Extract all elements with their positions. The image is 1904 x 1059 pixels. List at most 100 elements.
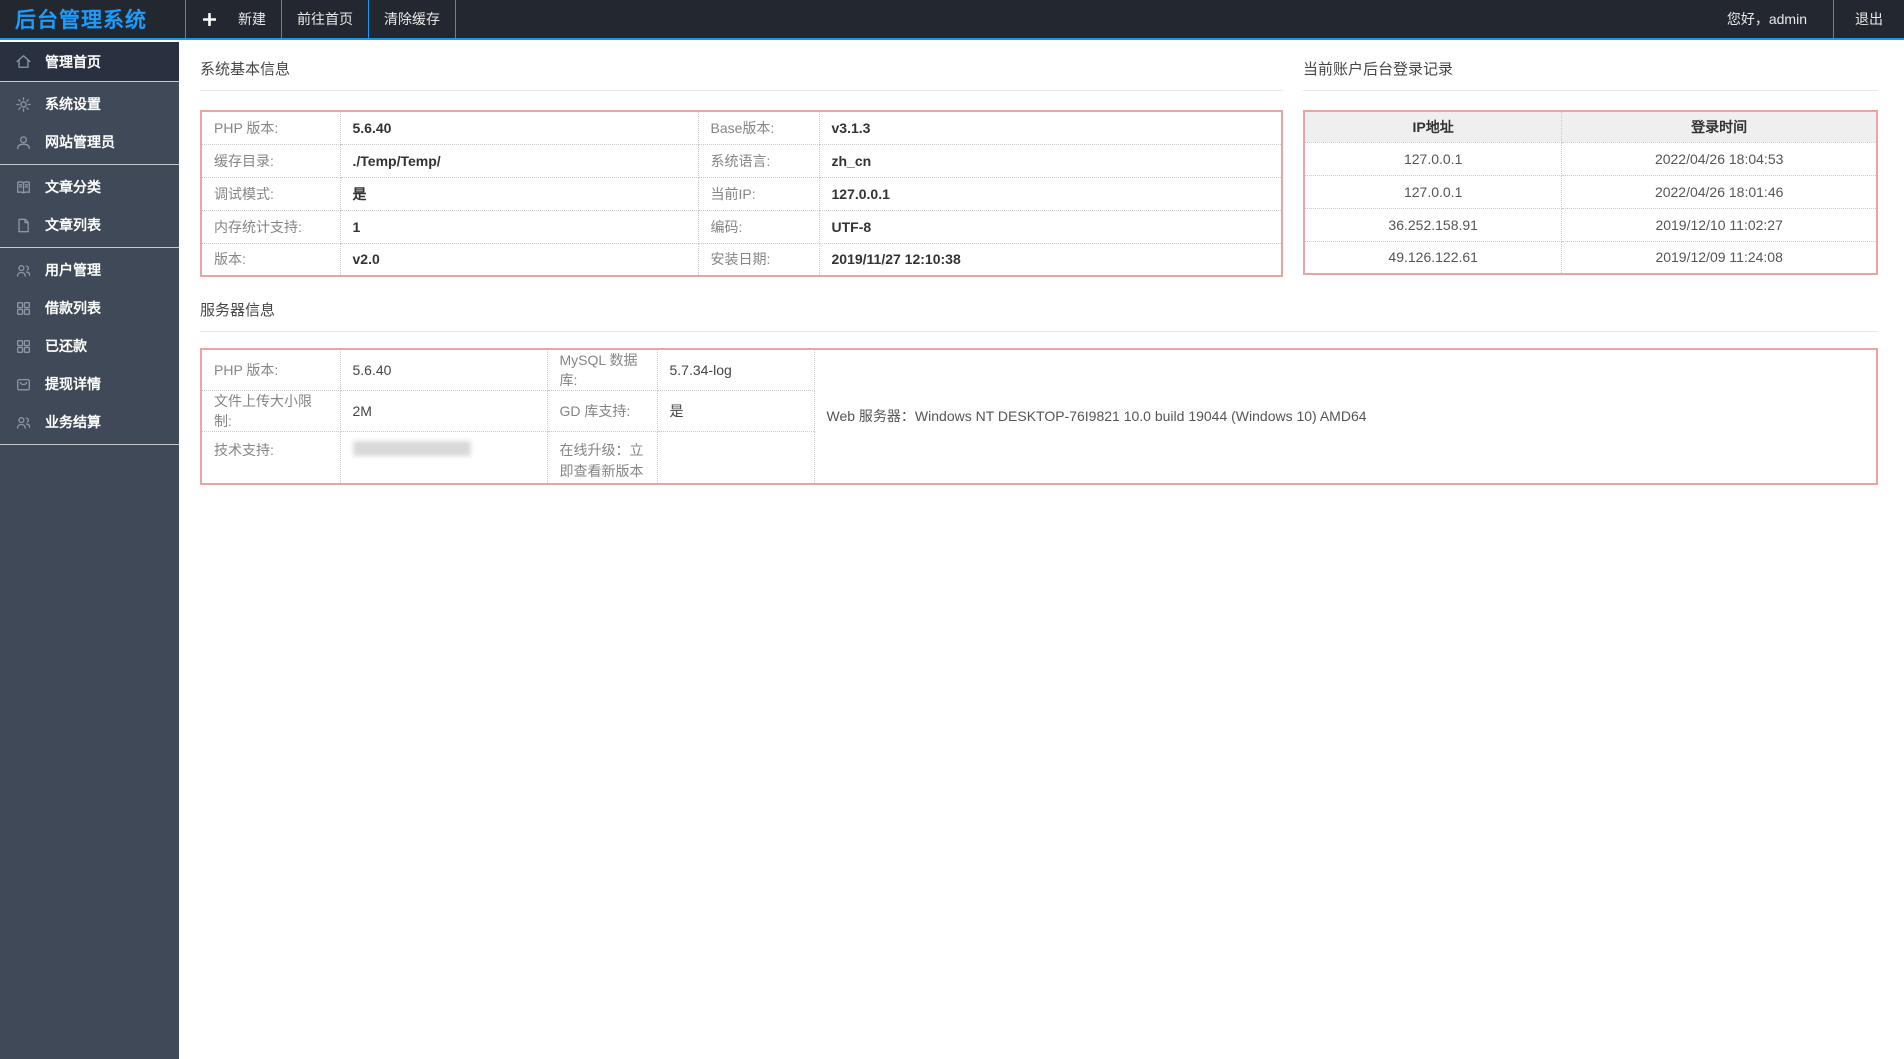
info-label: 版本: (200, 242, 341, 277)
info-label: 当前IP: (697, 176, 820, 211)
info-value: 是 (339, 176, 699, 211)
tech-support-value (339, 431, 548, 484)
system-info-table: PHP 版本: 5.6.40 Base版本: v3.1.3 缓存目录: ./Te… (200, 110, 1283, 277)
table-row: 127.0.0.1 2022/04/26 18:01:46 (1303, 174, 1878, 209)
sidebar-item-label: 已还款 (45, 338, 87, 354)
table-row: PHP 版本: 5.6.40 MySQL 数据库: 5.7.34-log Web… (200, 348, 1878, 484)
info-label: 安装日期: (697, 242, 820, 277)
table-row: 49.126.122.61 2019/12/09 11:24:08 (1303, 240, 1878, 275)
log-time: 2019/12/09 11:24:08 (1561, 240, 1878, 275)
box-icon (15, 376, 32, 393)
info-label: 技术支持: (200, 431, 341, 484)
plus-icon (201, 11, 218, 28)
section-title-server-info: 服务器信息 (200, 301, 1878, 332)
system-info-section: 系统基本信息 PHP 版本: 5.6.40 Base版本: v3.1.3 缓存目… (200, 60, 1283, 277)
log-time: 2022/04/26 18:04:53 (1561, 141, 1878, 176)
table-header-row: IP地址 登录时间 (1303, 110, 1878, 143)
info-label: PHP 版本: (200, 348, 341, 391)
table-row: 版本: v2.0 安装日期: 2019/11/27 12:10:38 (200, 242, 1283, 277)
info-value: 2019/11/27 12:10:38 (818, 242, 1283, 277)
info-label: Base版本: (697, 110, 820, 145)
info-value: 5.6.40 (339, 348, 548, 391)
main-content: 系统基本信息 PHP 版本: 5.6.40 Base版本: v3.1.3 缓存目… (179, 42, 1904, 1059)
sidebar-item-system-settings[interactable]: 系统设置 (0, 85, 179, 123)
section-title-system-info: 系统基本信息 (200, 60, 1283, 91)
info-value: 5.6.40 (339, 110, 699, 145)
sidebar-group-3: 文章分类 文章列表 (0, 165, 179, 248)
log-ip: 127.0.0.1 (1303, 174, 1563, 209)
sidebar-item-label: 用户管理 (45, 262, 101, 278)
user-icon (15, 134, 32, 151)
info-value: UTF-8 (818, 209, 1283, 244)
sidebar-item-label: 管理首页 (45, 53, 101, 70)
goto-home-button[interactable]: 前往首页 (281, 0, 368, 38)
sidebar-item-label: 文章分类 (45, 179, 101, 195)
sidebar-item-site-admin[interactable]: 网站管理员 (0, 123, 179, 161)
log-ip: 127.0.0.1 (1303, 141, 1563, 176)
info-value: v3.1.3 (818, 110, 1283, 145)
info-value: 2M (339, 390, 548, 432)
online-upgrade-link[interactable]: 在线升级：立即查看新版本 (546, 431, 658, 484)
new-button[interactable]: 新建 (185, 0, 281, 38)
web-server-value: Web 服务器：Windows NT DESKTOP-76I9821 10.0 … (813, 348, 1878, 484)
info-value: 1 (339, 209, 699, 244)
server-info-section: 服务器信息 PHP 版本: 5.6.40 MySQL 数据库: 5.7.34-l… (200, 301, 1878, 485)
redacted-text (352, 441, 471, 456)
book-icon (15, 179, 32, 196)
sidebar-item-label: 提现详情 (45, 376, 101, 392)
goto-home-label: 前往首页 (297, 11, 353, 27)
table-row: 36.252.158.91 2019/12/10 11:02:27 (1303, 207, 1878, 242)
info-label: GD 库支持: (546, 390, 658, 432)
gear-icon (15, 96, 32, 113)
grid-icon (15, 338, 32, 355)
clear-cache-label: 清除缓存 (384, 11, 440, 27)
info-label: 内存统计支持: (200, 209, 341, 244)
sidebar-item-admin-home[interactable]: 管理首页 (0, 42, 179, 81)
clear-cache-button[interactable]: 清除缓存 (368, 0, 456, 38)
info-label: 缓存目录: (200, 143, 341, 178)
info-value: 127.0.0.1 (818, 176, 1283, 211)
info-value: 5.7.34-log (656, 348, 815, 391)
info-value: v2.0 (339, 242, 699, 277)
sidebar-item-label: 网站管理员 (45, 134, 115, 150)
sidebar-item-article-category[interactable]: 文章分类 (0, 168, 179, 206)
table-row: 127.0.0.1 2022/04/26 18:04:53 (1303, 141, 1878, 176)
log-ip: 36.252.158.91 (1303, 207, 1563, 242)
sidebar-group-4: 用户管理 借款列表 已还款 提现详情 业务结算 (0, 248, 179, 445)
info-label: MySQL 数据库: (546, 348, 658, 391)
sidebar-item-label: 文章列表 (45, 217, 101, 233)
login-log-table: IP地址 登录时间 127.0.0.1 2022/04/26 18:04:53 … (1303, 110, 1878, 275)
new-button-label: 新建 (238, 11, 266, 27)
table-row: 缓存目录: ./Temp/Temp/ 系统语言: zh_cn (200, 143, 1283, 178)
empty-cell (656, 431, 815, 484)
user-greeting[interactable]: 您好，admin (1701, 0, 1833, 38)
topbar: 后台管理系统 新建 前往首页 清除缓存 您好，admin 退出 (0, 0, 1904, 40)
sidebar-item-business-settlement[interactable]: 业务结算 (0, 403, 179, 441)
log-ip: 49.126.122.61 (1303, 240, 1563, 275)
sidebar-item-loan-list[interactable]: 借款列表 (0, 289, 179, 327)
logout-button[interactable]: 退出 (1833, 0, 1904, 38)
sidebar-item-repaid[interactable]: 已还款 (0, 327, 179, 365)
login-log-section: 当前账户后台登录记录 IP地址 登录时间 127.0.0.1 2022/04/2… (1303, 60, 1878, 277)
table-row: 调试模式: 是 当前IP: 127.0.0.1 (200, 176, 1283, 211)
section-title-login-log: 当前账户后台登录记录 (1303, 60, 1878, 91)
log-time: 2022/04/26 18:01:46 (1561, 174, 1878, 209)
sidebar-item-article-list[interactable]: 文章列表 (0, 206, 179, 244)
sidebar-item-label: 业务结算 (45, 414, 101, 430)
info-label: 系统语言: (697, 143, 820, 178)
column-header-ip: IP地址 (1303, 110, 1563, 143)
sidebar-item-withdraw-detail[interactable]: 提现详情 (0, 365, 179, 403)
info-value: zh_cn (818, 143, 1283, 178)
table-row: PHP 版本: 5.6.40 Base版本: v3.1.3 (200, 110, 1283, 145)
home-icon (15, 53, 32, 70)
sidebar-item-label: 借款列表 (45, 300, 101, 316)
sidebar: 管理首页 系统设置 网站管理员 文章分类 文章列表 用户管理 借款列表 已还款 … (0, 42, 179, 1059)
server-info-table: PHP 版本: 5.6.40 MySQL 数据库: 5.7.34-log Web… (200, 348, 1878, 485)
info-label: 调试模式: (200, 176, 341, 211)
info-label: 文件上传大小限制: (200, 390, 341, 432)
users-icon (15, 414, 32, 431)
column-header-time: 登录时间 (1561, 110, 1878, 143)
sidebar-item-label: 系统设置 (45, 96, 101, 112)
sidebar-item-user-management[interactable]: 用户管理 (0, 251, 179, 289)
users-icon (15, 262, 32, 279)
